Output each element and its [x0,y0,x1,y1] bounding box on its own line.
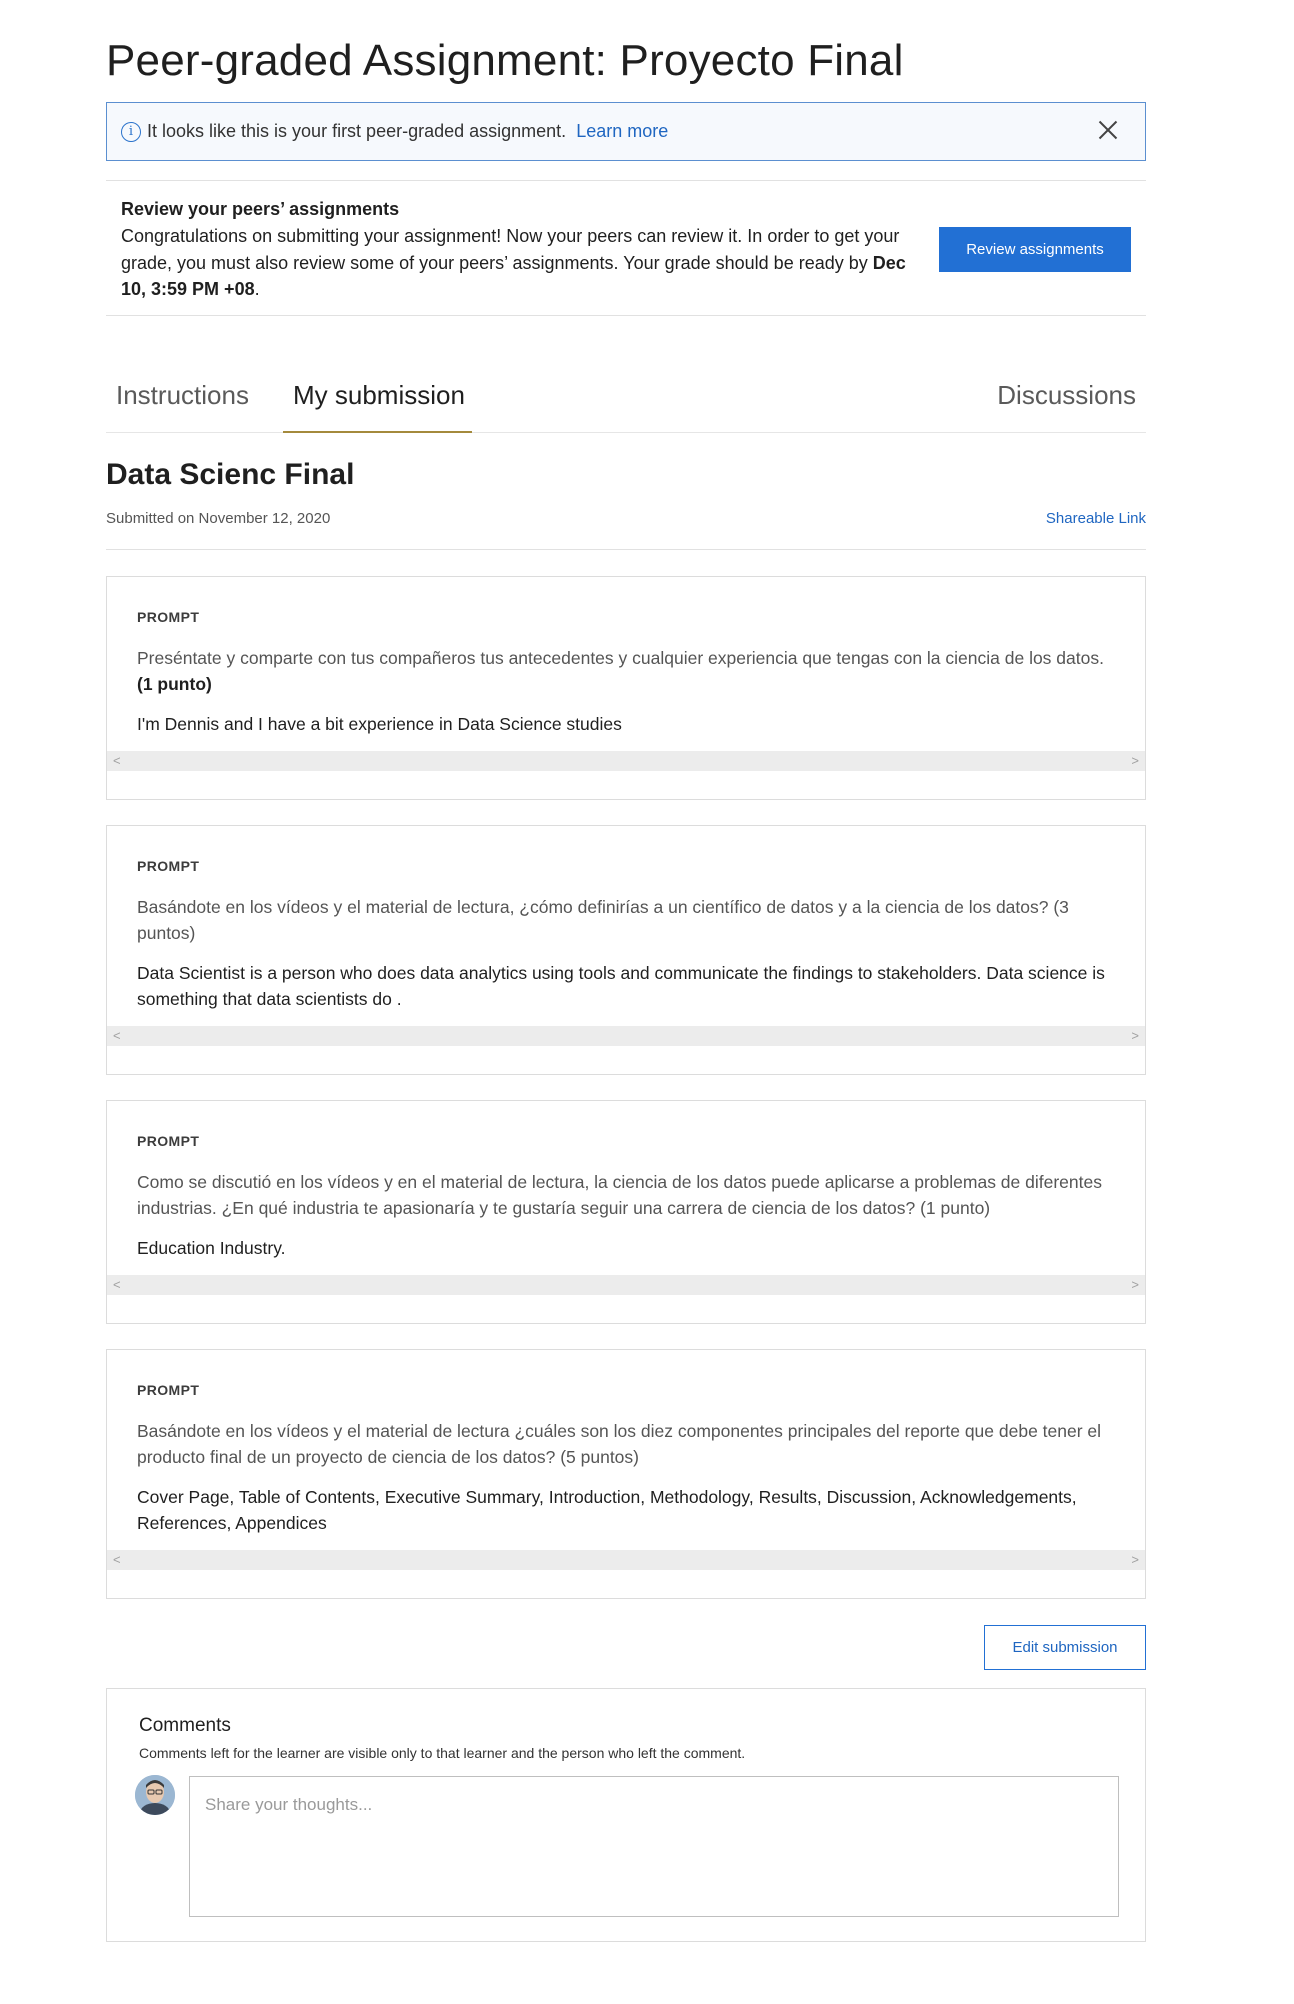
prompt-label: PROMPT [137,1382,200,1398]
prompt-answer: Data Scientist is a person who does data… [137,963,1105,1009]
comments-section: Comments Comments left for the learner a… [106,1688,1146,1942]
horizontal-scrollbar[interactable]: < > [107,751,1145,771]
horizontal-scrollbar[interactable]: < > [107,1550,1145,1570]
prompt-points: (1 punto) [137,674,212,694]
prompt-question: Como se discutió en los vídeos y en el m… [137,1172,1102,1218]
prompt-card: PROMPT Basándote en los vídeos y el mate… [106,825,1146,1075]
submission-title: Data Scienc Final [106,458,355,491]
chevron-left-icon[interactable]: < [113,753,121,769]
comments-note: Comments left for the learner are visibl… [139,1745,746,1761]
prompt-label: PROMPT [137,609,200,625]
prompt-card: PROMPT Como se discutió en los vídeos y … [106,1100,1146,1324]
close-icon[interactable] [1095,117,1121,143]
tab-instructions[interactable]: Instructions [116,380,249,411]
chevron-left-icon[interactable]: < [113,1028,121,1044]
review-body-suffix: . [254,279,260,299]
info-icon: i [121,121,141,142]
comment-input[interactable] [189,1776,1119,1917]
review-title: Review your peers’ assignments [121,199,400,219]
banner-text: It looks like this is your first peer-gr… [147,121,567,141]
review-peers-section: Review your peers’ assignments Congratul… [106,180,1146,316]
tab-my-submission[interactable]: My submission [293,380,465,411]
chevron-right-icon[interactable]: > [1131,753,1139,769]
horizontal-scrollbar[interactable]: < > [107,1026,1145,1046]
prompt-label: PROMPT [137,1133,200,1149]
prompt-question: Basándote en los vídeos y el material de… [137,897,1069,943]
prompt-card: PROMPT Basándote en los vídeos y el mate… [106,1349,1146,1599]
active-tab-indicator [283,431,472,433]
prompt-question: Basándote en los vídeos y el material de… [137,1421,1102,1467]
shareable-link[interactable]: Shareable Link [1046,510,1146,527]
prompt-answer: Cover Page, Table of Contents, Executive… [137,1487,1077,1533]
chevron-left-icon[interactable]: < [113,1277,121,1293]
prompt-question-text: Preséntate y comparte con tus compañeros… [137,648,1104,668]
submission-date: Submitted on November 12, 2020 [106,510,331,527]
prompt-answer: Education Industry. [137,1238,286,1258]
chevron-right-icon[interactable]: > [1131,1028,1139,1044]
first-assignment-banner: i It looks like this is your first peer-… [106,102,1146,161]
edit-submission-button[interactable]: Edit submission [984,1625,1146,1670]
chevron-right-icon[interactable]: > [1131,1552,1139,1568]
page-title: Peer-graded Assignment: Proyecto Final [106,36,904,85]
review-assignments-button[interactable]: Review assignments [939,227,1131,272]
review-body-text: Congratulations on submitting your assig… [121,226,900,273]
prompt-label: PROMPT [137,858,200,874]
review-description: Congratulations on submitting your assig… [121,223,921,303]
learn-more-link[interactable]: Learn more [576,121,668,142]
prompt-answer: I'm Dennis and I have a bit experience i… [137,714,622,734]
prompt-question: Preséntate y comparte con tus compañeros… [137,645,1117,697]
horizontal-scrollbar[interactable]: < > [107,1275,1145,1295]
avatar [135,1775,175,1815]
chevron-right-icon[interactable]: > [1131,1277,1139,1293]
tab-discussions[interactable]: Discussions [997,380,1136,411]
tab-bar: Instructions My submission Discussions [106,360,1146,433]
divider [106,549,1146,550]
chevron-left-icon[interactable]: < [113,1552,121,1568]
comments-title: Comments [139,1715,231,1736]
prompt-card: PROMPT Preséntate y comparte con tus com… [106,576,1146,800]
